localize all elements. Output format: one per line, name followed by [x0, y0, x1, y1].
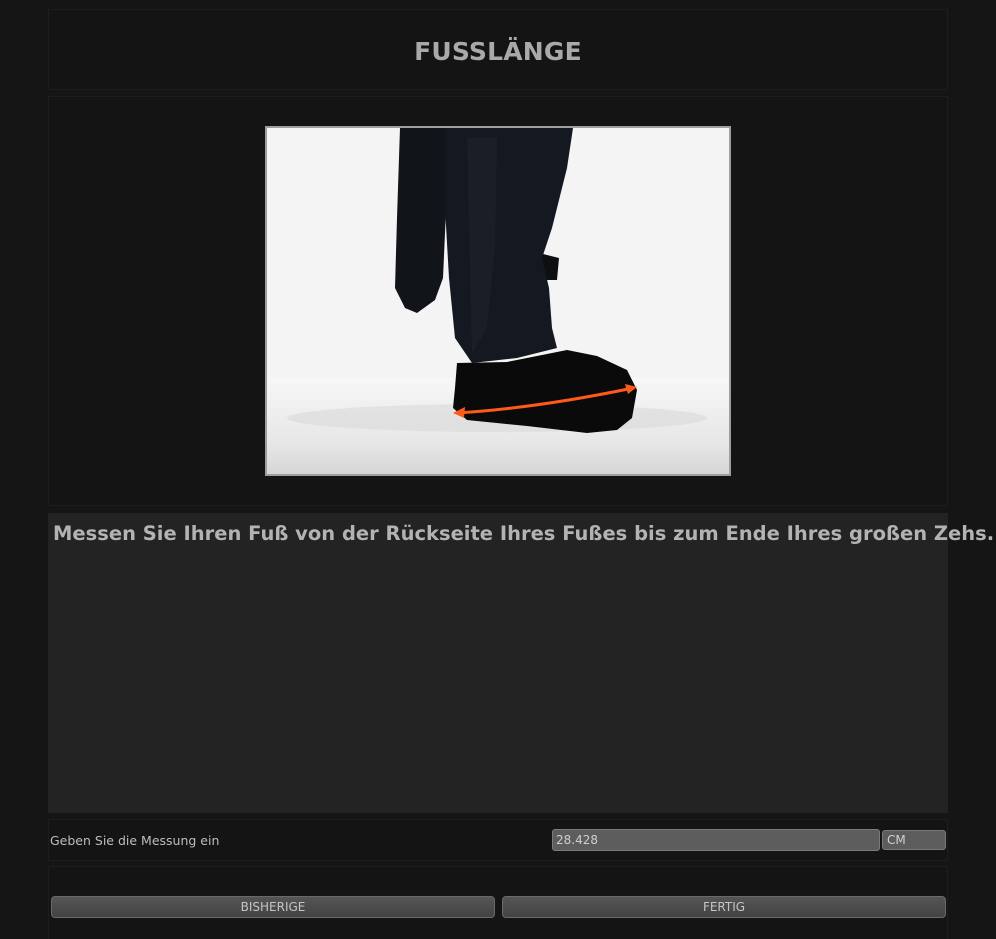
instruction-panel: Messen Sie Ihren Fuß von der Rückseite I… [48, 513, 994, 813]
unit-select[interactable]: CM [882, 830, 946, 850]
measurement-label: Geben Sie die Messung ein [50, 833, 220, 848]
button-row: BISHERIGE FERTIG [48, 866, 948, 939]
measurement-row: Geben Sie die Messung ein CM [48, 819, 948, 861]
done-button[interactable]: FERTIG [502, 896, 946, 918]
foot-measurement-photo [265, 126, 731, 476]
image-panel [48, 96, 948, 506]
instruction-text: Messen Sie Ihren Fuß von der Rückseite I… [53, 522, 995, 545]
previous-button[interactable]: BISHERIGE [51, 896, 495, 918]
measurement-input[interactable] [552, 829, 880, 851]
page-title: FUSSLÄNGE [414, 37, 582, 66]
header-panel: FUSSLÄNGE [48, 9, 948, 90]
